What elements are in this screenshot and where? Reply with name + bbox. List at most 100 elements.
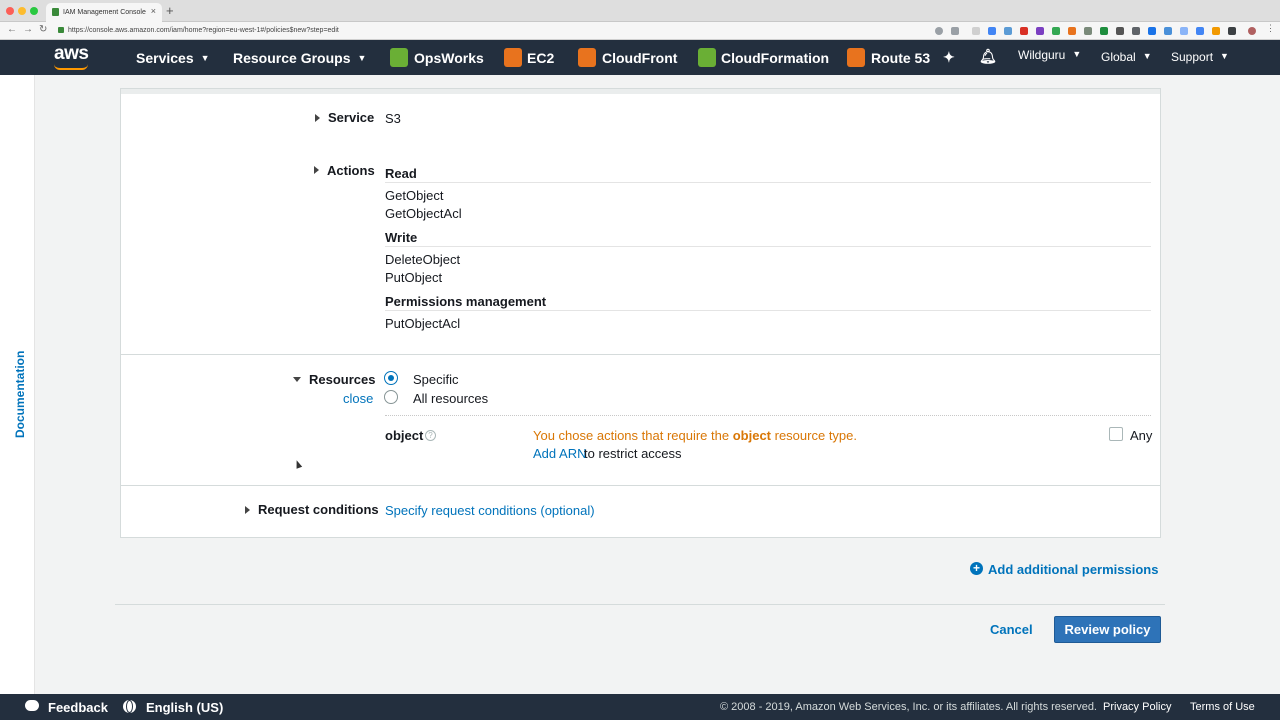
documentation-toggle[interactable]: Documentation [13, 351, 27, 438]
extension-icon[interactable] [1132, 27, 1140, 35]
zoom-icon[interactable] [935, 27, 943, 35]
language-selector[interactable]: English (US) [146, 700, 223, 715]
request-conditions-label[interactable]: Request conditions [258, 502, 379, 517]
shortcut-opsworks[interactable]: OpsWorks [414, 50, 484, 66]
bell-icon[interactable]: 🔔︎ [979, 48, 997, 65]
service-label[interactable]: Service [328, 110, 374, 125]
action-item: DeleteObject [385, 252, 461, 267]
close-window-icon[interactable] [6, 7, 14, 15]
expand-service-icon[interactable] [315, 114, 320, 122]
resources-close-link[interactable]: close [343, 391, 373, 406]
expand-actions-icon[interactable] [314, 166, 319, 174]
star-bookmark-icon[interactable] [951, 27, 959, 35]
new-tab-icon[interactable]: + [166, 3, 174, 18]
radio-all-resources[interactable] [384, 390, 398, 404]
expand-request-conditions-icon[interactable] [245, 506, 250, 514]
tab-title: IAM Management Console [63, 9, 146, 16]
radio-specific-label[interactable]: Specific [413, 372, 459, 387]
profile-avatar[interactable] [1248, 27, 1256, 35]
forward-arrow-icon[interactable]: → [23, 24, 33, 35]
terms-of-use-link[interactable]: Terms of Use [1190, 701, 1255, 713]
radio-specific[interactable] [384, 371, 398, 385]
extension-icon[interactable] [1020, 27, 1028, 35]
radio-all-resources-label[interactable]: All resources [413, 391, 488, 406]
region-menu[interactable]: Global ▼ [1101, 50, 1152, 64]
action-group-write: Write [385, 230, 418, 245]
maximize-window-icon[interactable] [30, 7, 38, 15]
divider [385, 246, 1151, 247]
browser-tab[interactable]: IAM Management Console × [46, 3, 162, 22]
extension-icon[interactable] [1180, 27, 1188, 35]
actions-label[interactable]: Actions [327, 163, 375, 178]
action-item: PutObject [385, 270, 443, 285]
chevron-down-icon: ▼ [1142, 51, 1152, 61]
feedback-link[interactable]: Feedback [48, 700, 108, 715]
minimize-window-icon[interactable] [18, 7, 26, 15]
any-checkbox[interactable] [1109, 427, 1123, 441]
extension-icon[interactable] [1196, 27, 1204, 35]
section-divider [121, 354, 1160, 355]
aws-logo[interactable]: aws [54, 43, 89, 65]
collapse-resources-icon[interactable] [293, 377, 301, 382]
dotted-divider [385, 415, 1151, 416]
review-policy-button[interactable]: Review policy [1054, 616, 1161, 643]
chevron-down-icon: ▼ [1072, 49, 1082, 59]
shortcut-cloudformation[interactable]: CloudFormation [721, 50, 829, 66]
shortcut-route-53[interactable]: Route 53 [871, 50, 930, 66]
extension-icon[interactable] [1068, 27, 1076, 35]
add-additional-permissions-link[interactable]: Add additional permissions [988, 562, 1158, 577]
extension-icon[interactable] [1004, 27, 1012, 35]
globe-icon [123, 700, 136, 713]
reload-icon[interactable]: ↻ [39, 24, 47, 35]
chevron-down-icon: ▼ [357, 53, 367, 63]
action-group-read: Read [385, 166, 417, 181]
cloudformation-icon [698, 48, 716, 67]
back-arrow-icon[interactable]: ← [7, 24, 17, 35]
console-footer: Feedback English (US) © 2008 - 2019, Ama… [0, 694, 1280, 720]
support-menu[interactable]: Support ▼ [1171, 50, 1229, 64]
action-item: PutObjectAcl [385, 316, 461, 331]
resource-type-object: object [385, 428, 424, 443]
address-bar[interactable]: https://console.aws.amazon.com/iam/home?… [54, 24, 974, 38]
policy-editor-panel: Service S3 Actions Read GetObject GetObj… [120, 88, 1161, 538]
extension-icon[interactable] [1164, 27, 1172, 35]
any-checkbox-label[interactable]: Any [1130, 428, 1152, 443]
panel-header-strip [121, 89, 1160, 94]
aws-top-nav: aws Services ▼ Resource Groups ▼ OpsWorks … [0, 40, 1280, 75]
resource-warning: You chose actions that require the objec… [533, 428, 858, 443]
pin-icon[interactable]: ✦ [943, 49, 955, 66]
extension-icon[interactable] [1036, 27, 1044, 35]
divider [385, 182, 1151, 183]
extension-icon[interactable] [1052, 27, 1060, 35]
action-item: GetObject [385, 188, 444, 203]
opsworks-icon [390, 48, 408, 67]
cloudfront-icon [578, 48, 596, 67]
aws-smile-icon [54, 64, 88, 70]
extension-icon[interactable] [1100, 27, 1108, 35]
shortcut-ec2[interactable]: EC2 [527, 50, 554, 66]
services-menu[interactable]: Services ▼ [136, 50, 210, 66]
resource-groups-menu[interactable]: Resource Groups ▼ [233, 50, 366, 66]
extension-icon[interactable] [1228, 27, 1236, 35]
action-group-permissions-management: Permissions management [385, 294, 547, 309]
add-arn-link[interactable]: Add ARN [533, 446, 586, 461]
resources-label[interactable]: Resources [309, 372, 375, 387]
extension-icon[interactable] [1148, 27, 1156, 35]
privacy-policy-link[interactable]: Privacy Policy [1103, 701, 1171, 713]
tab-close-icon[interactable]: × [151, 6, 156, 16]
kebab-menu-icon[interactable]: ⋮ [1266, 23, 1275, 33]
extension-icon[interactable] [972, 27, 980, 35]
help-icon[interactable]: ? [425, 430, 436, 441]
add-circle-icon[interactable]: + [970, 562, 983, 575]
cancel-button[interactable]: Cancel [990, 622, 1033, 637]
shortcut-cloudfront[interactable]: CloudFront [602, 50, 677, 66]
extension-icon[interactable] [1084, 27, 1092, 35]
action-item: GetObjectAcl [385, 206, 462, 221]
section-divider [121, 485, 1160, 486]
extension-icon[interactable] [1116, 27, 1124, 35]
extension-icon[interactable] [988, 27, 996, 35]
specify-request-conditions-link[interactable]: Specify request conditions (optional) [385, 503, 595, 518]
extension-icon[interactable] [1212, 27, 1220, 35]
service-value: S3 [385, 111, 401, 126]
account-menu[interactable]: Wildguru ▼ [1018, 48, 1081, 62]
